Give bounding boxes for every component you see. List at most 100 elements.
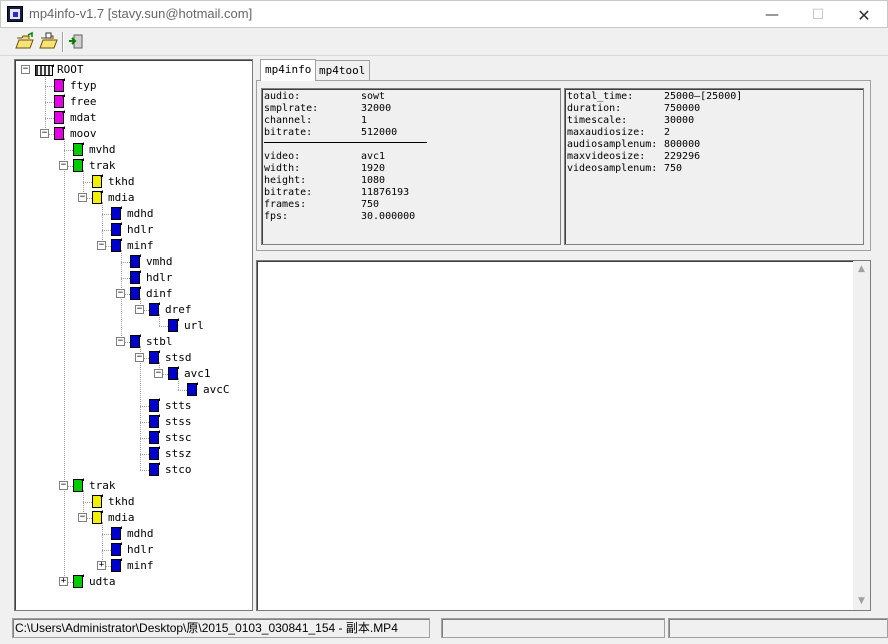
tree-node-dref[interactable]: − dref (15, 302, 251, 318)
box-icon (111, 526, 122, 540)
tree-node-udta[interactable]: + udta (15, 574, 251, 590)
info-key: duration: (567, 103, 622, 114)
info-row: video: avc1 (264, 151, 554, 163)
collapse-icon[interactable]: − (135, 305, 144, 314)
info-key: maxvideosize: (567, 151, 646, 162)
tree-node-mvhd[interactable]: mvhd (15, 142, 251, 158)
collapse-icon[interactable]: − (59, 481, 68, 490)
tree-node-tkhd[interactable]: tkhd (15, 494, 251, 510)
collapse-icon[interactable]: − (78, 513, 87, 522)
tree-node-tkhd[interactable]: tkhd (15, 174, 251, 190)
info-value: 750000 (664, 103, 701, 114)
expand-icon[interactable]: + (97, 561, 106, 570)
tree-node-stsc[interactable]: stsc (15, 430, 251, 446)
tree-node-trak[interactable]: − trak (15, 158, 251, 174)
tree-node-mdhd[interactable]: mdhd (15, 526, 251, 542)
collapse-icon[interactable]: − (21, 65, 30, 74)
collapse-icon[interactable]: − (154, 369, 163, 378)
tree-node-trak[interactable]: − trak (15, 478, 251, 494)
tree-node-minf[interactable]: − minf (15, 238, 251, 254)
collapse-icon[interactable]: − (116, 337, 125, 346)
collapse-icon[interactable]: − (135, 353, 144, 362)
collapse-icon[interactable]: − (116, 289, 125, 298)
box-icon (73, 142, 84, 156)
info-value: 25000—[25000] (664, 91, 743, 102)
info-value: 1 (361, 115, 368, 126)
info-row: bitrate: 512000 (264, 127, 554, 139)
info-row: maxaudiosize: 2 (567, 127, 857, 139)
box-icon (111, 222, 122, 236)
box-icon (73, 574, 84, 588)
info-key: timescale: (567, 115, 628, 126)
tree-node-mdat[interactable]: mdat (15, 110, 251, 126)
maximize-button[interactable]: ☐ (795, 1, 841, 29)
expand-icon[interactable]: + (59, 577, 68, 586)
minimize-button[interactable]: — (749, 1, 795, 29)
close-button[interactable]: ✕ (841, 1, 887, 29)
tree-node-label: tkhd (108, 175, 135, 188)
tree-node-ftyp[interactable]: ftyp (15, 78, 251, 94)
box-icon (168, 318, 179, 332)
tree-node-label: hdlr (127, 543, 154, 556)
box-icon (168, 366, 179, 380)
tree-node-stss[interactable]: stss (15, 414, 251, 430)
tree-node-label: url (184, 319, 204, 332)
exit-button[interactable] (66, 31, 88, 53)
tree-node-label: trak (89, 159, 116, 172)
tree-node-label: moov (70, 127, 97, 140)
output-text-area[interactable]: ▲ ▼ (256, 260, 871, 611)
info-key: smplrate: (264, 103, 319, 114)
collapse-icon[interactable]: − (40, 129, 49, 138)
info-key: total_time: (567, 91, 634, 102)
scroll-down-arrow-icon[interactable]: ▼ (853, 593, 870, 610)
stream-info-box: audio: sowt smplrate: 32000 channel: 1 bitrate… (261, 88, 561, 245)
status-pane-2 (441, 618, 665, 638)
info-key: bitrate: (264, 127, 313, 138)
status-file-path: C:\Users\Administrator\Desktop\原\2015_01… (12, 618, 430, 638)
box-icon (149, 446, 160, 460)
tree-node-hdlr[interactable]: hdlr (15, 222, 251, 238)
info-value: avc1 (361, 151, 386, 162)
box-icon (111, 542, 122, 556)
tree-node-ROOT[interactable]: − ROOT (15, 62, 251, 78)
collapse-icon[interactable]: − (97, 241, 106, 250)
tree-node-avcC[interactable]: avcC (15, 382, 251, 398)
tree-node-stts[interactable]: stts (15, 398, 251, 414)
info-row: fps: 30.000000 (264, 211, 554, 223)
tree-node-hdlr[interactable]: hdlr (15, 270, 251, 286)
box-tree[interactable]: − ROOT ftyp free mdat − moov mvhd − trak tkhd − mdia… (14, 59, 253, 611)
tree-node-avc1[interactable]: − avc1 (15, 366, 251, 382)
tree-node-dinf[interactable]: − dinf (15, 286, 251, 302)
tree-node-stbl[interactable]: − stbl (15, 334, 251, 350)
tree-node-stsz[interactable]: stsz (15, 446, 251, 462)
tree-node-moov[interactable]: − moov (15, 126, 251, 142)
info-row: audiosamplenum: 800000 (567, 139, 857, 151)
tree-node-url[interactable]: url (15, 318, 251, 334)
collapse-icon[interactable]: − (59, 161, 68, 170)
tree-node-minf[interactable]: + minf (15, 558, 251, 574)
scroll-up-arrow-icon[interactable]: ▲ (853, 261, 870, 278)
info-value: 32000 (361, 103, 392, 114)
tree-node-label: ROOT (57, 63, 84, 76)
box-icon (73, 158, 84, 172)
tab-mp4info[interactable]: mp4info (260, 59, 317, 81)
tree-node-stsd[interactable]: − stsd (15, 350, 251, 366)
box-icon (130, 270, 141, 284)
open-folder-button[interactable] (38, 31, 60, 53)
tree-node-mdhd[interactable]: mdhd (15, 206, 251, 222)
collapse-icon[interactable]: − (78, 193, 87, 202)
tree-node-hdlr[interactable]: hdlr (15, 542, 251, 558)
tree-node-stco[interactable]: stco (15, 462, 251, 478)
tree-node-free[interactable]: free (15, 94, 251, 110)
tree-node-label: hdlr (146, 271, 173, 284)
tree-node-mdia[interactable]: − mdia (15, 190, 251, 206)
open-file-button[interactable] (14, 31, 36, 53)
tree-node-vmhd[interactable]: vmhd (15, 254, 251, 270)
info-row: timescale: 30000 (567, 115, 857, 127)
tab-mp4tool[interactable]: mp4tool (314, 60, 371, 80)
tree-node-label: stss (165, 415, 192, 428)
tree-node-label: stsd (165, 351, 192, 364)
tree-node-mdia[interactable]: − mdia (15, 510, 251, 526)
box-icon (111, 206, 122, 220)
output-scrollbar[interactable]: ▲ ▼ (853, 261, 870, 610)
